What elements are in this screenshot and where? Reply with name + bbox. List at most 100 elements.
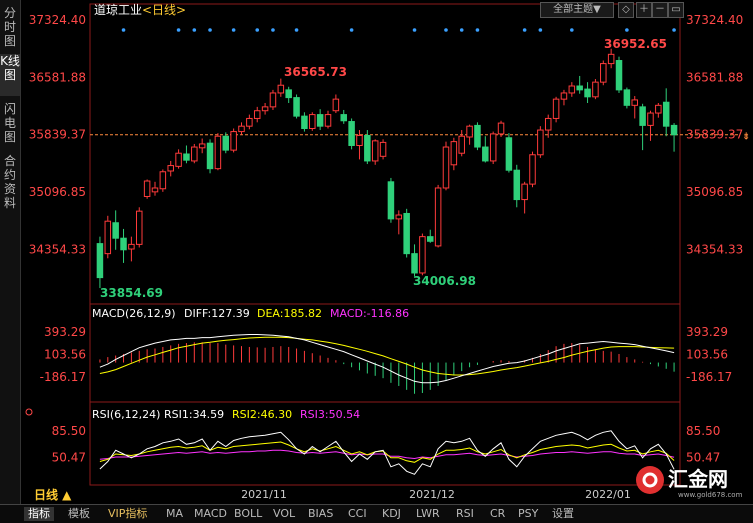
price-axis-label-right: 36581.88 [686, 70, 743, 84]
candle-body [560, 92, 568, 100]
tab-psy[interactable]: PSY [518, 507, 538, 521]
candle-body [568, 85, 576, 94]
candle-body [600, 63, 607, 83]
candle-body [261, 106, 269, 112]
chart-settings-icon[interactable]: ◇ [618, 2, 634, 18]
candle-body [450, 141, 458, 166]
chart-canvas[interactable]: ⇟ 37324.40 37324.4036581.88 36581.8835839.… [0, 0, 753, 504]
candle-body [529, 154, 536, 185]
tab-cr[interactable]: CR [490, 507, 505, 521]
candle-body [301, 115, 308, 129]
candle-body [403, 212, 410, 255]
candle-body [277, 84, 285, 94]
macd-title: MACD(26,12,9) [92, 307, 176, 320]
tab-indicator[interactable]: 指标 [24, 507, 54, 521]
candle-body [230, 131, 237, 151]
candle-body [631, 99, 638, 106]
brand-name: 汇金网 [668, 467, 728, 491]
tab-template[interactable]: 模板 [68, 507, 90, 521]
candle-body [544, 117, 552, 131]
x-tick-label: 2021/11 [241, 488, 287, 501]
macd-diff-label: DIFF:127.39 [184, 307, 250, 320]
candle-body [607, 53, 615, 65]
signal-dot [459, 28, 464, 32]
tab-lwr[interactable]: LWR [416, 507, 440, 521]
candle-body [537, 129, 544, 156]
tab-vol[interactable]: VOL [273, 507, 295, 521]
candle-body [411, 253, 418, 274]
period-label[interactable]: 日线 ▲ [34, 487, 72, 502]
candle-body [151, 187, 159, 193]
candle-body [364, 134, 371, 162]
macd-axis-label-right: 103.56 [686, 347, 728, 361]
candle-body [466, 125, 473, 138]
candle-body [340, 114, 347, 122]
price-axis-label-left: 36581.88 [29, 70, 86, 84]
chart-window: 分时图 K线图 闪电图 合约资料 ⇟ 37324.40 37324.40 36581… [0, 0, 753, 523]
macd-axis-label-right: -186.17 [686, 370, 732, 384]
candle-body [214, 135, 222, 170]
candle-body [615, 60, 623, 91]
theme-select[interactable]: 全部主题▼ [540, 2, 614, 18]
macd-axis-label-left: 393.29 [44, 325, 86, 339]
tab-macd[interactable]: MACD [194, 507, 227, 521]
candle-body [136, 210, 143, 245]
tab-vip-indicator[interactable]: VIP指标 [108, 507, 147, 521]
tab-rsi[interactable]: RSI [456, 507, 474, 521]
signal-dot [208, 28, 212, 32]
candle-body [592, 81, 599, 98]
signal-dot [349, 28, 354, 32]
candle-body [206, 142, 214, 170]
panel-icon[interactable]: ▭ [668, 2, 684, 18]
candle-body [552, 98, 560, 119]
candle-body [639, 106, 646, 126]
brand-site: www.gold678.com [678, 491, 743, 499]
tab-ma[interactable]: MA [166, 507, 183, 521]
signal-dot [672, 28, 676, 32]
rsi-axis-label-left: 85.50 [52, 424, 86, 438]
rsi-axis-label-right: 50.47 [686, 450, 720, 464]
watermark: 汇金网 www.gold678.com [636, 466, 743, 499]
tab-boll[interactable]: BOLL [234, 507, 262, 521]
candle-body [489, 133, 497, 162]
candle-body [324, 114, 332, 127]
price-axis-label-left: 35839.37 [29, 128, 86, 142]
candle-body [143, 180, 151, 197]
price-axis-label-left: 35096.85 [29, 185, 86, 199]
candle-body [513, 169, 521, 201]
candle-body [474, 124, 481, 148]
rsi1-label: RSI1:34.59 [164, 408, 224, 421]
signal-dot [570, 28, 574, 32]
trough-price-label: 34006.98 [413, 274, 476, 288]
chart-title: 道琼工业 [94, 2, 142, 17]
signal-dots [121, 28, 676, 32]
zoom-in-icon[interactable]: ＋ [636, 2, 652, 18]
price-axis-label-left: 34354.33 [29, 242, 86, 256]
signal-dot [294, 28, 299, 32]
candle-body [497, 122, 505, 135]
candle-body [395, 214, 403, 220]
chart-period: <日线> [142, 3, 186, 17]
signal-dot [255, 28, 260, 32]
candle-body [670, 124, 678, 136]
candle-body [104, 220, 112, 255]
candle-body [96, 243, 104, 279]
price-axis-label-right: 35839.37 [686, 128, 743, 142]
signal-dot [522, 28, 527, 32]
candle-body [246, 117, 253, 127]
tab-settings[interactable]: 设置 [552, 507, 574, 521]
x-tick-label: 2022/01 [585, 488, 631, 501]
zoom-out-icon[interactable]: － [652, 2, 668, 18]
tab-kdj[interactable]: KDJ [382, 507, 401, 521]
macd-axis-label-left: -186.17 [40, 370, 86, 384]
signal-dot [475, 28, 480, 32]
candle-body [128, 243, 135, 250]
candle-body [285, 89, 292, 99]
signal-dot [121, 28, 126, 32]
rsi-title: RSI(6,12,24) [92, 408, 160, 421]
indicator-dot-icon [25, 408, 33, 416]
candle-body [419, 236, 426, 274]
tab-cci[interactable]: CCI [348, 507, 367, 521]
tab-bias[interactable]: BIAS [308, 507, 333, 521]
signal-dot [176, 28, 181, 32]
